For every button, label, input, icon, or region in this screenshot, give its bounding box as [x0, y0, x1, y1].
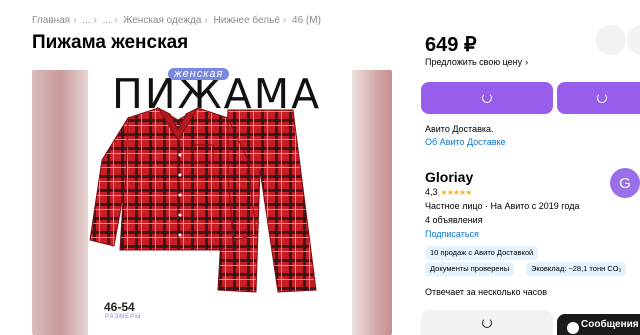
- breadcrumb-item-size[interactable]: 46 (M): [292, 15, 321, 26]
- loading-spinner-icon: [482, 93, 492, 103]
- photo-size-caption: РАЗМЕРЫ: [105, 314, 142, 320]
- subscribe-link[interactable]: Подписаться: [425, 229, 479, 239]
- breadcrumb-separator: ›: [282, 15, 287, 26]
- offer-price-label: Предложить свою цену: [425, 57, 523, 67]
- breadcrumb-item-ellipsis[interactable]: ...: [82, 15, 90, 26]
- photo-size-text: 46-54: [104, 300, 135, 314]
- breadcrumb-separator: ›: [114, 15, 118, 26]
- loading-spinner-icon: [597, 93, 607, 103]
- photo-tag-text: женская: [168, 68, 230, 80]
- sales-badge: 10 продаж с Авито Доставкой: [425, 246, 539, 260]
- seller-name[interactable]: Gloriay: [425, 169, 473, 185]
- delivery-text: Авито Доставка.: [425, 124, 494, 134]
- eco-badge: Эковклад: ~28,1 тонн CO₂: [526, 262, 627, 276]
- rating-stars-icon: ★★★★★: [440, 187, 473, 197]
- gallery-blur-right: [352, 70, 392, 335]
- breadcrumb-item-underwear[interactable]: Нижнее бельё: [214, 15, 280, 26]
- seller-type: Частное лицо · На Авито с 2019 года: [425, 201, 580, 211]
- breadcrumb-item-ellipsis[interactable]: ...: [103, 15, 111, 26]
- avito-logo-icon: ●●: [276, 320, 290, 331]
- price: 649 ₽: [425, 34, 477, 56]
- breadcrumb-separator: ›: [93, 15, 97, 26]
- seller-avatar[interactable]: G: [610, 168, 640, 198]
- breadcrumb-separator: ›: [204, 15, 208, 26]
- share-button[interactable]: [627, 25, 640, 55]
- messages-close-icon[interactable]: [567, 322, 579, 334]
- seller-ads-count[interactable]: 4 объявления: [425, 215, 483, 225]
- breadcrumb-separator: ›: [73, 15, 77, 26]
- favorite-button[interactable]: [596, 25, 626, 55]
- seller-rating[interactable]: 4,3 ★★★★★: [425, 187, 473, 197]
- show-phone-button[interactable]: [421, 82, 553, 114]
- delivery-info-link[interactable]: Об Авито Доставке: [425, 137, 506, 147]
- page-title: Пижама женская: [32, 32, 189, 53]
- pajama-illustration: [89, 106, 317, 293]
- gallery-blur-left: [32, 70, 88, 335]
- verified-badge: Документы проверены: [425, 262, 515, 276]
- breadcrumb-item-womens-clothing[interactable]: Женская одежда: [123, 15, 201, 26]
- write-message-button[interactable]: [557, 82, 640, 114]
- secondary-button[interactable]: [421, 310, 553, 335]
- breadcrumb: Главная › ... › ... › Женская одежда › Нижне…: [32, 15, 324, 26]
- loading-spinner-icon: [482, 317, 492, 328]
- chevron-right-icon: ›: [525, 57, 529, 67]
- avito-watermark: ●● Avito: [276, 316, 326, 331]
- avito-watermark-text: Avito: [291, 316, 326, 331]
- rating-value: 4,3: [425, 187, 438, 197]
- offer-price-link[interactable]: Предложить свою цену ›: [425, 57, 528, 67]
- reply-time: Отвечает за несколько часов: [425, 287, 548, 297]
- breadcrumb-item-home[interactable]: Главная: [32, 15, 70, 26]
